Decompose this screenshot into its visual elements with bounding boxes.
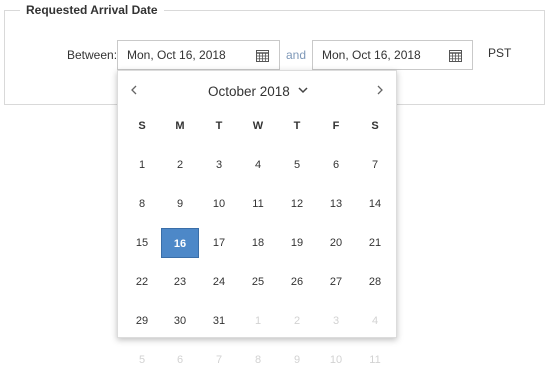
calendar-day-other-month[interactable]: 4 bbox=[356, 306, 394, 336]
group-legend: Requested Arrival Date bbox=[20, 3, 164, 17]
calendar-day[interactable]: 27 bbox=[317, 267, 355, 297]
calendar-day[interactable]: 8 bbox=[123, 189, 161, 219]
calendar-day-other-month[interactable]: 5 bbox=[123, 345, 161, 375]
calendar-day[interactable]: 18 bbox=[239, 228, 277, 258]
calendar-day[interactable]: 5 bbox=[278, 150, 316, 180]
chevron-down-icon[interactable] bbox=[298, 86, 308, 94]
calendar-day[interactable]: 29 bbox=[123, 306, 161, 336]
calendar-week-row: 5 6 7 8 9 10 11 bbox=[118, 345, 396, 375]
calendar-week-row: 22 23 24 25 26 27 28 bbox=[118, 267, 396, 297]
calendar-day[interactable]: 22 bbox=[123, 267, 161, 297]
calendar-day-other-month[interactable]: 11 bbox=[356, 345, 394, 375]
weekday-label: T bbox=[293, 120, 301, 132]
calendar-day[interactable]: 3 bbox=[200, 150, 238, 180]
end-date-input[interactable]: Mon, Oct 16, 2018 bbox=[312, 40, 473, 70]
calendar-day[interactable]: 25 bbox=[239, 267, 277, 297]
calendar-icon[interactable] bbox=[449, 49, 462, 62]
calendar-day-other-month[interactable]: 3 bbox=[317, 306, 355, 336]
calendar-day[interactable]: 1 bbox=[123, 150, 161, 180]
calendar-day[interactable]: 10 bbox=[200, 189, 238, 219]
calendar-day[interactable]: 13 bbox=[317, 189, 355, 219]
calendar-day[interactable]: 7 bbox=[356, 150, 394, 180]
calendar-day[interactable]: 6 bbox=[317, 150, 355, 180]
calendar-week-row: 29 30 31 1 2 3 4 bbox=[118, 306, 396, 336]
weekday-header: SMTWTFS bbox=[118, 111, 396, 141]
weekday-label: T bbox=[215, 120, 223, 132]
calendar-day-other-month[interactable]: 2 bbox=[278, 306, 316, 336]
calendar-day[interactable]: 15 bbox=[123, 228, 161, 258]
calendar-day[interactable]: 4 bbox=[239, 150, 277, 180]
calendar-day[interactable]: 11 bbox=[239, 189, 277, 219]
calendar-day[interactable]: 9 bbox=[161, 189, 199, 219]
timezone-label: PST bbox=[488, 46, 512, 60]
weekday-label: S bbox=[371, 120, 379, 132]
calendar-day[interactable]: 21 bbox=[356, 228, 394, 258]
calendar-day-other-month[interactable]: 6 bbox=[161, 345, 199, 375]
weekday-label: F bbox=[332, 120, 340, 132]
weekday-label: S bbox=[138, 120, 146, 132]
calendar-day[interactable]: 24 bbox=[200, 267, 238, 297]
calendar-day[interactable]: 31 bbox=[200, 306, 238, 336]
calendar-day[interactable]: 17 bbox=[200, 228, 238, 258]
calendar-day[interactable]: 20 bbox=[317, 228, 355, 258]
chevron-right-icon[interactable] bbox=[374, 83, 386, 97]
calendar-day-selected[interactable]: 16 bbox=[161, 228, 199, 258]
chevron-left-icon[interactable] bbox=[128, 83, 140, 97]
calendar-day-other-month[interactable]: 10 bbox=[317, 345, 355, 375]
calendar-day[interactable]: 2 bbox=[161, 150, 199, 180]
calendar-day-other-month[interactable]: 9 bbox=[278, 345, 316, 375]
calendar-day[interactable]: 26 bbox=[278, 267, 316, 297]
weekday-label: W bbox=[252, 120, 264, 132]
calendar-week-row: 8 9 10 11 12 13 14 bbox=[118, 189, 396, 219]
end-date-value: Mon, Oct 16, 2018 bbox=[322, 48, 421, 62]
calendar-day-other-month[interactable]: 8 bbox=[239, 345, 277, 375]
start-date-value: Mon, Oct 16, 2018 bbox=[127, 48, 226, 62]
calendar-day[interactable]: 30 bbox=[161, 306, 199, 336]
calendar-icon[interactable] bbox=[256, 49, 269, 62]
calendar-day[interactable]: 23 bbox=[161, 267, 199, 297]
and-label: and bbox=[286, 48, 307, 62]
calendar-day[interactable]: 28 bbox=[356, 267, 394, 297]
calendar-day-other-month[interactable]: 1 bbox=[239, 306, 277, 336]
calendar-popup: October 2018 S M T W T F S 1 2 3 4 5 6 7 8 9 10 11 12 13 14 1… bbox=[117, 70, 397, 366]
calendar-day[interactable]: 19 bbox=[278, 228, 316, 258]
between-label: Between: bbox=[67, 48, 118, 62]
start-date-input[interactable]: Mon, Oct 16, 2018 bbox=[117, 40, 280, 70]
calendar-day[interactable]: 12 bbox=[278, 189, 316, 219]
calendar-day[interactable]: 14 bbox=[356, 189, 394, 219]
calendar-day-other-month[interactable]: 7 bbox=[200, 345, 238, 375]
calendar-week-row: 15 16 17 18 19 20 21 bbox=[118, 228, 396, 258]
calendar-week-row: 1234567 bbox=[118, 150, 396, 180]
month-title[interactable]: October 2018 bbox=[208, 84, 290, 99]
weekday-label: M bbox=[175, 120, 185, 132]
